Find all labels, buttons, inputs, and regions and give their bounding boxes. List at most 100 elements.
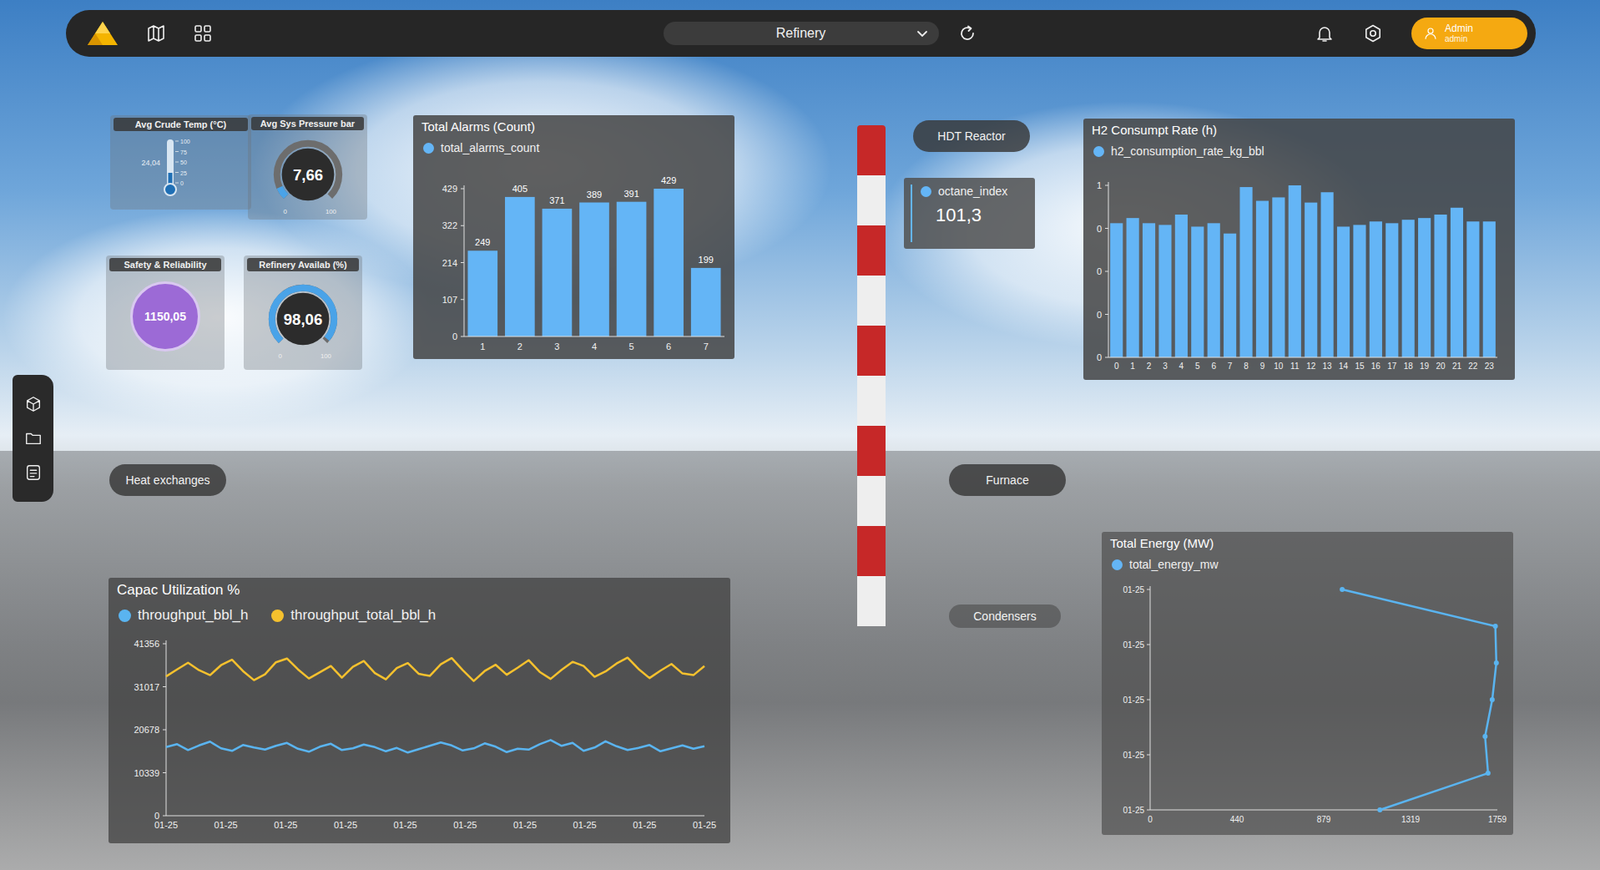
grid-icon[interactable] [192,23,213,44]
gauge-max: 100 [320,352,333,360]
bar[interactable] [1304,202,1318,358]
bar[interactable] [1126,217,1140,358]
bar[interactable] [1110,222,1123,358]
x-axis [464,336,725,338]
y-tick-label: 0 [1096,223,1102,234]
card-title: Refinery Availab (%) [247,257,359,272]
bar[interactable] [616,201,647,337]
scene-label[interactable]: Furnace [948,464,1066,496]
bar[interactable] [579,202,610,337]
y-tick-label: 31017 [133,681,160,692]
y-tick-label: 01-25 [1122,640,1145,650]
series-line[interactable] [166,657,705,682]
series-line[interactable] [166,739,705,753]
bar[interactable] [691,267,722,337]
data-point[interactable] [1482,733,1488,739]
bar[interactable] [1271,196,1285,358]
series-line[interactable] [1342,589,1497,810]
bar[interactable] [1402,219,1415,358]
legend-item[interactable]: total_energy_mw [1110,557,1505,571]
x-tick-label: 4 [591,341,597,352]
alarms-chart: Total Alarms (Count)total_alarms_count01… [413,115,735,359]
bell-icon[interactable] [1314,23,1335,44]
bar[interactable] [1158,224,1171,358]
actions-group: Adminadmin [938,17,1537,50]
bar[interactable] [653,188,684,337]
bar[interactable] [542,208,573,337]
data-point[interactable] [1485,770,1491,776]
x-tick-label: 1319 [1401,814,1421,824]
bar[interactable] [467,250,498,337]
data-point[interactable] [1493,623,1499,629]
bar[interactable] [1256,201,1269,358]
scene-label[interactable]: Heat exchanges [109,464,227,496]
bar[interactable] [1175,214,1188,358]
bar-value-label: 389 [586,189,602,200]
x-axis [1150,809,1498,811]
bar[interactable] [1239,186,1252,358]
legend-dot [1111,559,1123,571]
legend-item[interactable]: throughput_total_bbl_h [269,606,436,624]
bar[interactable] [1142,222,1156,358]
legend-item[interactable]: throughput_bbl_h [116,606,248,624]
bar-value-label: 249 [474,237,490,248]
x-tick-label: 3 [1162,361,1168,371]
bar[interactable] [1352,224,1366,358]
bar[interactable] [1207,222,1221,358]
bar[interactable] [1418,217,1431,358]
bar[interactable] [1191,226,1204,358]
bar[interactable] [504,196,536,337]
y-tick-label: 1 [1096,180,1102,191]
bar[interactable] [1369,221,1383,358]
legend-item[interactable]: total_alarms_count [421,141,727,155]
scene-label[interactable]: Condensers [948,604,1061,628]
x-tick-label: 1759 [1488,814,1508,824]
gear-icon[interactable] [1362,23,1383,44]
y-tick: 322 [442,220,465,231]
x-tick-label: 19 [1419,361,1430,371]
legend-item[interactable]: h2_consumption_rate_kg_bbl [1091,144,1507,158]
bar[interactable] [1288,185,1302,358]
data-point[interactable] [1339,586,1345,592]
legend-label: octane_index [938,184,1008,198]
bar[interactable] [1450,207,1464,358]
document-icon[interactable] [24,463,43,482]
scene-label[interactable]: HDT Reactor [913,120,1030,152]
bar[interactable] [1337,226,1350,358]
x-tick-label: 18 [1403,361,1414,371]
y-tick-label: 01-25 [1122,750,1145,760]
y-tick-label: 20678 [133,724,160,735]
refresh-icon[interactable] [957,23,978,44]
folder-icon[interactable] [24,429,43,448]
bar-value-label: 391 [623,188,639,199]
tick-label: 100 [180,138,191,145]
y-tick: 31017 [133,681,167,692]
x-tick-label: 879 [1317,814,1332,824]
y-tick: 10339 [133,767,167,778]
y-tick: 0 [452,331,465,342]
pressure-gauge: 7,660100 [267,133,349,216]
bar[interactable] [1321,191,1334,358]
data-point[interactable] [1494,660,1500,666]
x-tick-label: 7 [703,341,709,352]
x-tick-label: 2 [1146,361,1152,371]
x-tick-label: 01-25 [692,819,717,830]
gauge-min: 0 [282,207,288,216]
availability-gauge: 98,060100 [262,277,344,360]
bar[interactable] [1223,233,1237,358]
side-toolbar [12,374,54,502]
bar[interactable] [1466,221,1479,358]
x-tick-label: 440 [1230,814,1245,824]
user-menu[interactable]: Adminadmin [1411,17,1528,50]
temp-reading: 24,04 [141,158,161,167]
data-point[interactable] [1489,696,1495,702]
site-dropdown[interactable]: Refinery [663,21,939,46]
bar[interactable] [1483,221,1496,358]
bar[interactable] [1385,222,1399,358]
cube-icon[interactable] [24,394,43,414]
map-icon[interactable] [146,23,167,44]
bar[interactable] [1433,214,1447,358]
data-point[interactable] [1377,807,1383,813]
logo-icon[interactable] [85,20,120,47]
y-tick: 0 [1096,223,1109,234]
